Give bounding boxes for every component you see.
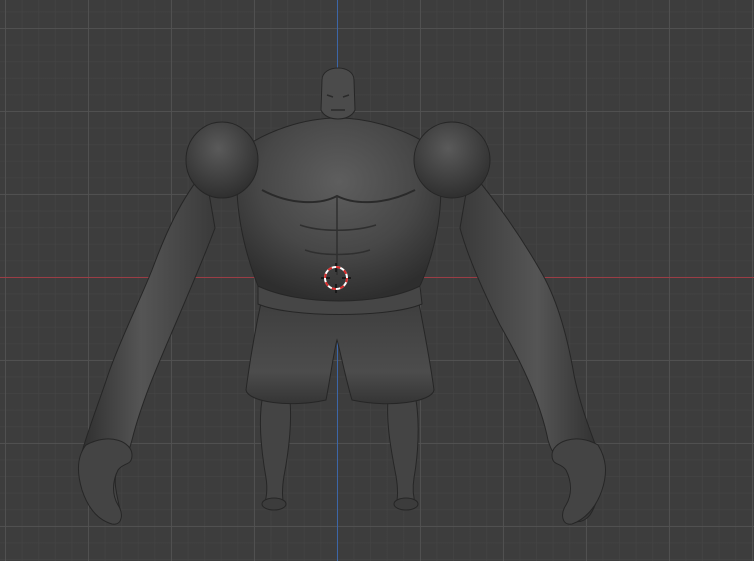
left-leg [259,399,292,507]
left-foot [261,497,287,511]
head [320,67,356,120]
3d-cursor-icon[interactable] [321,263,351,293]
right-leg [387,399,419,507]
3d-viewport[interactable] [0,0,754,561]
left-shoulder [185,121,259,199]
right-hand [551,438,606,525]
character-model[interactable] [0,0,754,561]
right-shoulder [413,121,491,199]
left-hand [78,438,133,525]
right-foot [393,497,419,511]
